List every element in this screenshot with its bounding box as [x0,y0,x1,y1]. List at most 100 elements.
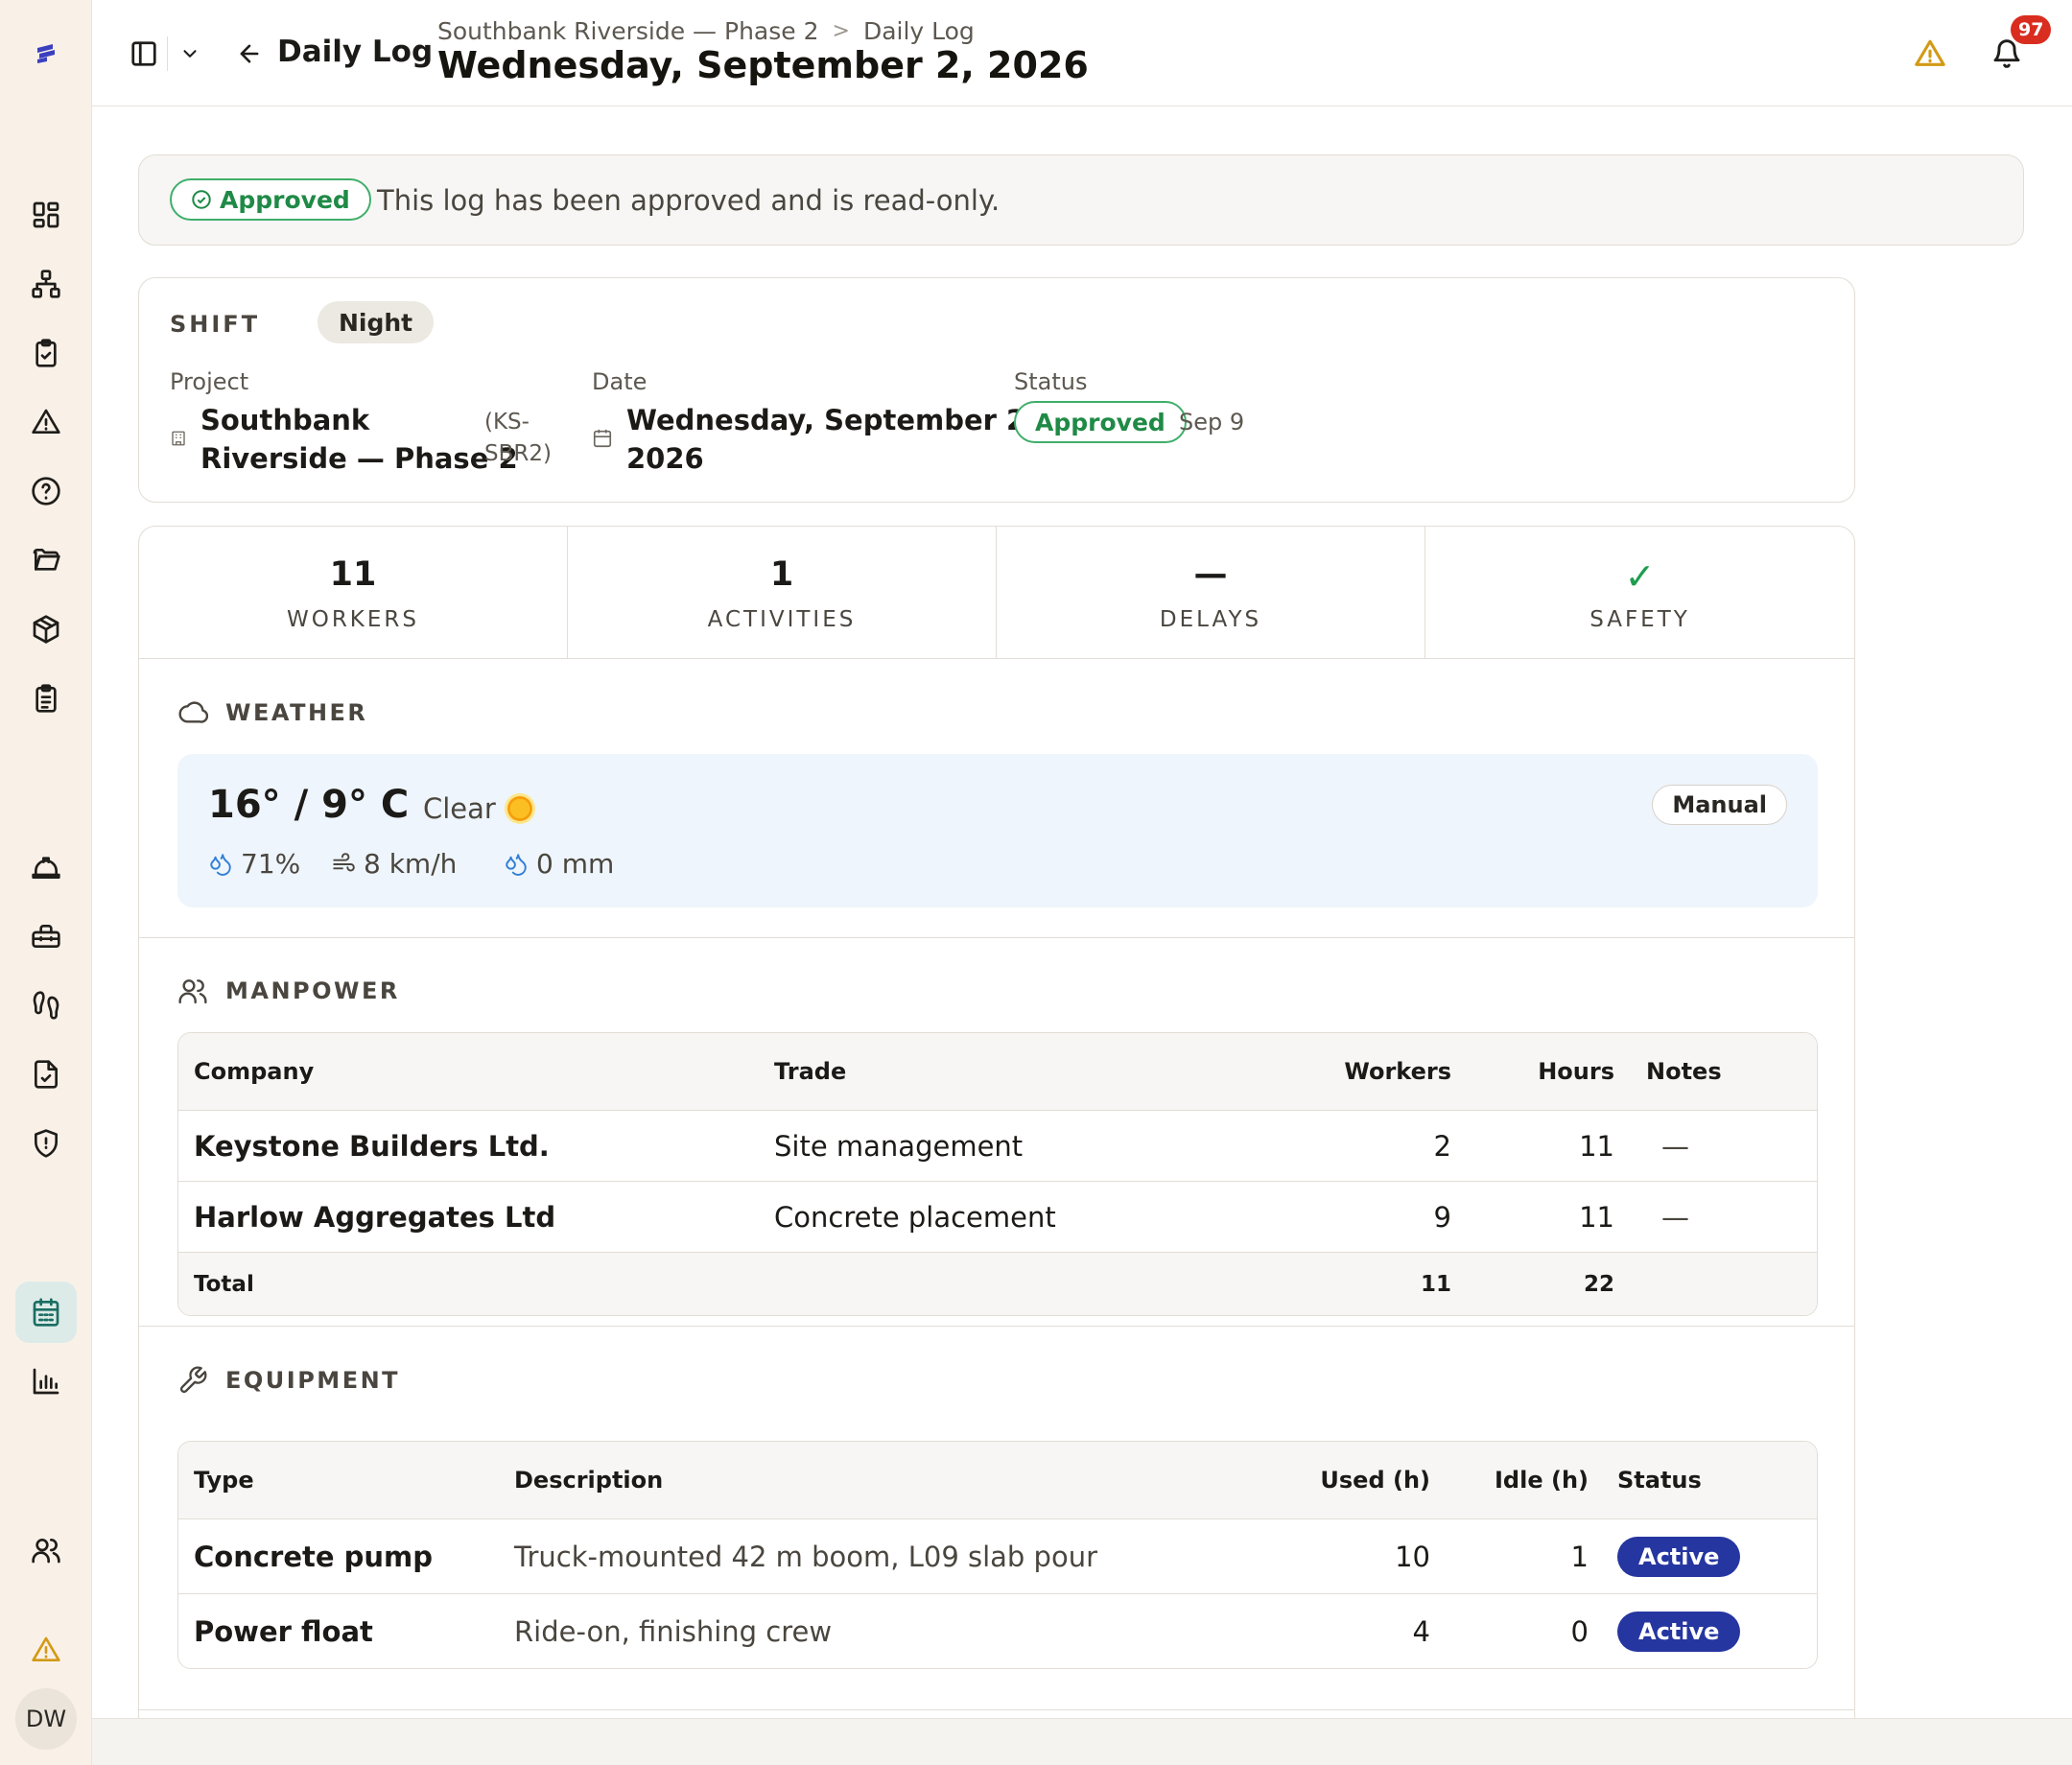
stat-safety-label: SAFETY [1589,607,1690,632]
sidebar-item-inspections[interactable] [15,1044,77,1105]
stats-divider [139,658,1854,659]
avatar[interactable]: DW [15,1688,77,1750]
stat-activities[interactable]: 1 ACTIVITIES [568,527,997,658]
breadcrumb-project[interactable]: Southbank Riverside — Phase 2 [437,17,819,45]
col-notes: Notes [1646,1058,1722,1085]
alert-icon [32,1636,60,1661]
app-logo[interactable] [27,35,65,73]
bell-icon [1993,39,2020,68]
warning-icon [32,409,60,434]
weather-heading: WEATHER [177,697,367,728]
logo-icon [37,44,55,63]
shield-icon [35,1129,58,1158]
toolbar-divider [167,36,168,71]
warnings-button[interactable] [1911,35,1949,73]
sidebar-item-issues[interactable] [15,391,77,453]
table-row[interactable]: Concrete pump Truck-mounted 42 m boom, L… [178,1518,1817,1593]
sidebar-item-site-walks[interactable] [15,975,77,1036]
back-label[interactable]: Daily Log [277,35,433,69]
approved-badge-label: Approved [220,185,350,214]
status-badge: Active [1617,1611,1741,1652]
sidebar-item-safety[interactable] [15,836,77,898]
warning-icon [1915,39,1945,66]
dashboard-icon [33,201,59,228]
sidebar-item-documents[interactable] [15,530,77,591]
sidebar-item-team[interactable] [15,1519,77,1581]
stat-workers[interactable]: 11 WORKERS [139,527,568,658]
shift-badge: Night [318,301,435,343]
stat-delays[interactable]: — DELAYS [997,527,1425,658]
workers-cell: 9 [1433,1200,1451,1234]
trade-cell: Concrete placement [774,1200,1056,1234]
clipboard-check-icon [35,339,57,367]
sidebar-item-alerts[interactable] [15,1619,77,1681]
approved-badge: Approved [170,178,371,221]
notification-count-badge: 97 [2011,15,2052,44]
table-header-row: Type Description Used (h) Idle (h) Statu… [178,1442,1817,1518]
description-cell: Ride-on, finishing crew [514,1614,833,1648]
col-status: Status [1617,1467,1702,1494]
check-circle-icon [192,190,211,209]
sidebar-item-compliance[interactable] [15,1113,77,1174]
col-company: Company [194,1058,315,1085]
notes-cell: — [1661,1129,1689,1163]
breadcrumb-daily-log[interactable]: Daily Log [863,17,975,45]
sidebar-item-tasks[interactable] [15,322,77,384]
users-icon [32,1539,60,1564]
status-badge: Approved [1014,401,1187,443]
table-row[interactable]: Keystone Builders Ltd. Site management 2… [178,1110,1817,1181]
company-cell: Keystone Builders Ltd. [194,1129,550,1163]
idle-cell: 1 [1570,1540,1589,1573]
sidebar: DW [0,0,92,1765]
sidebar-item-dashboard[interactable] [15,184,77,246]
approved-banner: Approved This log has been approved and … [138,154,2024,246]
section-divider [139,937,1854,938]
sidebar-toggle-button[interactable] [127,36,161,71]
sidebar-item-checklists[interactable] [15,668,77,729]
help-icon [32,477,60,506]
temperature: 16° / 9° C [208,783,410,827]
sidebar-item-equipment[interactable] [15,906,77,967]
project-name[interactable]: Southbank Riverside — Phase 2 [200,401,518,478]
main-content: Approved This log has been approved and … [92,106,2072,1718]
equipment-table: Type Description Used (h) Idle (h) Statu… [177,1441,1818,1669]
notes-cell: — [1661,1200,1689,1234]
table-row[interactable]: Harlow Aggregates Ltd Concrete placement… [178,1181,1817,1252]
stat-workers-label: WORKERS [286,607,420,632]
stat-safety[interactable]: ✓ SAFETY [1425,527,1854,658]
status-cell: Active [1617,1519,1741,1593]
wind-icon [333,852,355,871]
wind-speed: 8 km/h [331,848,457,880]
sidebar-item-rfis[interactable] [15,460,77,522]
hours-cell: 11 [1579,1129,1614,1163]
arrow-left-icon [240,44,259,63]
stat-activities-value: 1 [769,555,794,594]
chevron-down-icon [183,50,197,58]
weather-panel: 16° / 9° C Clear 71% 8 km/h 0 mm Manual [177,754,1818,907]
sidebar-menu-dropdown[interactable] [175,38,205,69]
back-button[interactable] [232,36,267,71]
folder-icon [33,549,60,571]
col-trade: Trade [774,1058,847,1085]
total-label: Total [194,1271,254,1297]
sidebar-item-daily-logs[interactable] [15,1282,77,1343]
package-icon [33,615,59,644]
col-idle: Idle (h) [1495,1467,1589,1494]
equipment-heading: EQUIPMENT [177,1365,400,1396]
users-icon [178,979,207,1004]
hard-hat-icon [32,857,60,879]
section-divider [139,1709,1854,1710]
weather-condition: Clear [423,792,532,825]
check-icon: ✓ [1624,555,1656,598]
sidebar-item-hierarchy[interactable] [15,253,77,315]
table-row[interactable]: Power float Ride-on, finishing crew 4 0 … [178,1593,1817,1668]
weather-source-badge: Manual [1652,785,1787,825]
col-type: Type [194,1467,254,1494]
wrench-icon [179,1366,207,1394]
sidebar-item-materials[interactable] [15,599,77,660]
clipboard-list-icon [35,684,57,713]
shift-label: SHIFT [170,311,261,338]
used-cell: 4 [1412,1614,1430,1648]
sidebar-item-reports[interactable] [15,1351,77,1412]
manpower-table: Company Trade Workers Hours Notes Keysto… [177,1032,1818,1316]
